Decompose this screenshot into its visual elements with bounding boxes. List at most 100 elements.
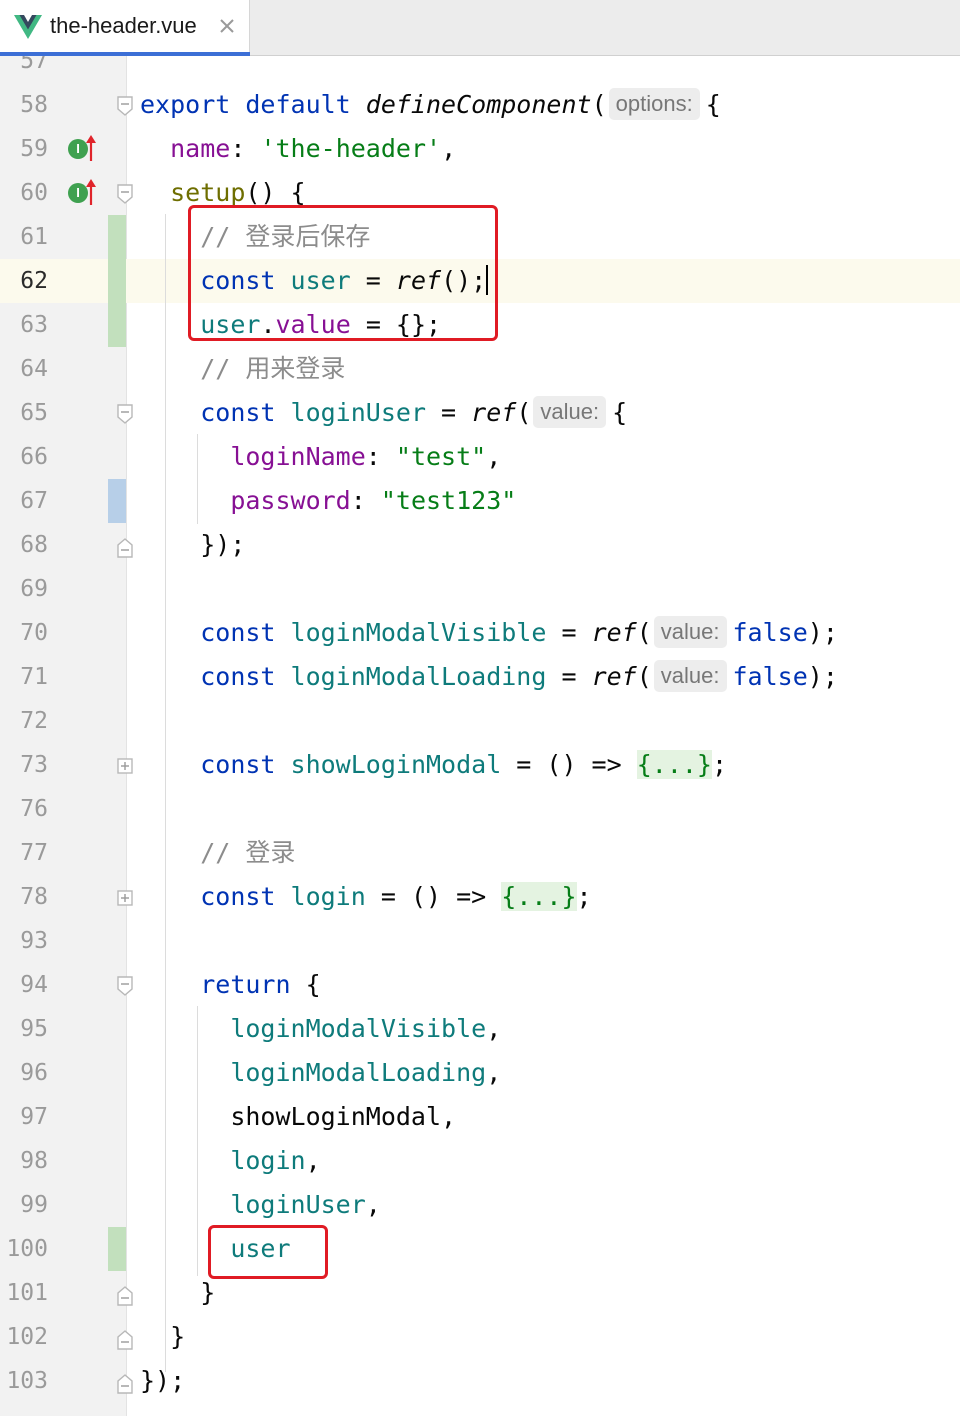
code-token: { xyxy=(612,398,628,427)
code-line-97[interactable]: 97 showLoginModal, xyxy=(0,1095,960,1139)
fold-icon[interactable] xyxy=(116,95,134,117)
code-token: : xyxy=(365,442,396,471)
code-editor[interactable]: 57 58 export default defineComponent(optio… xyxy=(0,56,960,1416)
implemented-up-icon[interactable]: I xyxy=(68,135,98,163)
folded-region[interactable]: {...} xyxy=(501,882,577,911)
code-line-78[interactable]: 78 const login = () => {...}; xyxy=(0,875,960,919)
code-line-65[interactable]: 65 const loginUser = ref(value:{ xyxy=(0,391,960,435)
code-line-73[interactable]: 73 const showLoginModal = () => {...}; xyxy=(0,743,960,787)
code-line-58[interactable]: 58 export default defineComponent(options… xyxy=(0,83,960,127)
code-text[interactable]: const login = () => {...}; xyxy=(140,875,592,919)
folded-region[interactable]: {...} xyxy=(636,750,712,779)
code-line-59[interactable]: 59 I name: 'the-header', xyxy=(0,127,960,171)
code-line-95[interactable]: 95 loginModalVisible, xyxy=(0,1007,960,1051)
highlight-box-user-declaration xyxy=(188,205,498,341)
code-line-100[interactable]: 100 user xyxy=(0,1227,960,1271)
code-token: } xyxy=(140,1278,216,1307)
code-text[interactable]: const loginModalLoading = ref(value: fals… xyxy=(140,655,838,699)
code-token: ( xyxy=(636,662,652,691)
code-line-71[interactable]: 71 const loginModalLoading = ref(value: f… xyxy=(0,655,960,699)
code-line-72[interactable]: 72 xyxy=(0,699,960,743)
code-token: const xyxy=(200,618,291,647)
line-number: 100 xyxy=(6,1236,48,1262)
code-text[interactable]: showLoginModal, xyxy=(140,1095,456,1139)
code-token: false xyxy=(732,662,808,691)
code-line-102[interactable]: 102 } xyxy=(0,1315,960,1359)
code-line-68[interactable]: 68 }); xyxy=(0,523,960,567)
code-line-99[interactable]: 99 loginUser, xyxy=(0,1183,960,1227)
code-text[interactable]: export default defineComponent(options:{ xyxy=(140,83,721,127)
vue-logo-icon xyxy=(14,15,42,39)
expand-fold-icon[interactable] xyxy=(116,887,134,909)
code-text[interactable]: loginName: "test", xyxy=(140,435,501,479)
code-text[interactable]: } xyxy=(140,1271,215,1315)
code-text[interactable]: loginModalVisible, xyxy=(140,1007,501,1051)
line-number: 61 xyxy=(20,224,48,250)
code-line-77[interactable]: 77 // 登录 xyxy=(0,831,960,875)
code-line-101[interactable]: 101 } xyxy=(0,1271,960,1315)
code-text[interactable]: }); xyxy=(140,523,245,567)
code-line-98[interactable]: 98 login, xyxy=(0,1139,960,1183)
implemented-up-icon[interactable]: I xyxy=(68,179,98,207)
code-token: : xyxy=(230,134,261,163)
code-text[interactable]: // 用来登录 xyxy=(140,347,345,391)
expand-fold-icon[interactable] xyxy=(116,755,134,777)
fold-icon[interactable] xyxy=(116,975,134,997)
code-text[interactable]: const loginUser = ref(value:{ xyxy=(140,391,627,435)
code-token: name xyxy=(170,134,231,163)
line-number: 68 xyxy=(20,532,48,558)
added-change-marker[interactable] xyxy=(108,259,126,303)
fold-icon[interactable] xyxy=(116,1329,134,1351)
code-line-96[interactable]: 96 loginModalLoading, xyxy=(0,1051,960,1095)
code-text[interactable]: loginModalLoading, xyxy=(140,1051,501,1095)
fold-icon[interactable] xyxy=(116,537,134,559)
code-token: , xyxy=(486,1014,502,1043)
line-number: 57 xyxy=(20,56,48,74)
parameter-hint: value: xyxy=(653,660,727,692)
code-token: false xyxy=(732,618,808,647)
code-text[interactable]: loginUser, xyxy=(140,1183,381,1227)
code-token: const xyxy=(200,398,291,427)
modified-change-marker[interactable] xyxy=(108,479,126,523)
code-token: } xyxy=(140,1322,186,1351)
code-token: loginModalLoading xyxy=(230,1058,487,1087)
code-text[interactable]: name: 'the-header', xyxy=(140,127,456,171)
line-number: 66 xyxy=(20,444,48,470)
line-number: 70 xyxy=(20,620,48,646)
code-line-67[interactable]: 67 password: "test123" xyxy=(0,479,960,523)
code-token: }); xyxy=(140,530,246,559)
added-change-marker[interactable] xyxy=(108,1227,126,1271)
code-text[interactable]: // 登录 xyxy=(140,831,295,875)
code-line-94[interactable]: 94 return { xyxy=(0,963,960,1007)
code-line-103[interactable]: 103}); xyxy=(0,1359,960,1403)
code-text[interactable]: return { xyxy=(140,963,320,1007)
code-line-66[interactable]: 66 loginName: "test", xyxy=(0,435,960,479)
line-number: 99 xyxy=(20,1192,48,1218)
fold-icon[interactable] xyxy=(116,1285,134,1307)
code-line-76[interactable]: 76 xyxy=(0,787,960,831)
code-text[interactable]: }); xyxy=(140,1359,185,1403)
code-text[interactable]: const loginModalVisible = ref(value: fals… xyxy=(140,611,838,655)
added-change-marker[interactable] xyxy=(108,215,126,259)
code-line-93[interactable]: 93 xyxy=(0,919,960,963)
line-number: 71 xyxy=(20,664,48,690)
code-line-70[interactable]: 70 const loginModalVisible = ref(value: f… xyxy=(0,611,960,655)
code-line-64[interactable]: 64 // 用来登录 xyxy=(0,347,960,391)
code-text[interactable]: const showLoginModal = () => {...}; xyxy=(140,743,727,787)
code-token: "test" xyxy=(395,442,487,471)
line-number: 95 xyxy=(20,1016,48,1042)
indent-guide xyxy=(165,214,166,1372)
close-icon[interactable] xyxy=(216,15,238,37)
fold-icon[interactable] xyxy=(116,403,134,425)
code-line-69[interactable]: 69 xyxy=(0,567,960,611)
code-token: const xyxy=(200,882,291,911)
fold-icon[interactable] xyxy=(116,183,134,205)
code-line-57[interactable]: 57 xyxy=(0,56,960,83)
code-text[interactable]: login, xyxy=(140,1139,320,1183)
code-text[interactable]: } xyxy=(140,1315,185,1359)
file-tab[interactable]: the-header.vue xyxy=(0,0,250,56)
fold-icon[interactable] xyxy=(116,1373,134,1395)
added-change-marker[interactable] xyxy=(108,303,126,347)
